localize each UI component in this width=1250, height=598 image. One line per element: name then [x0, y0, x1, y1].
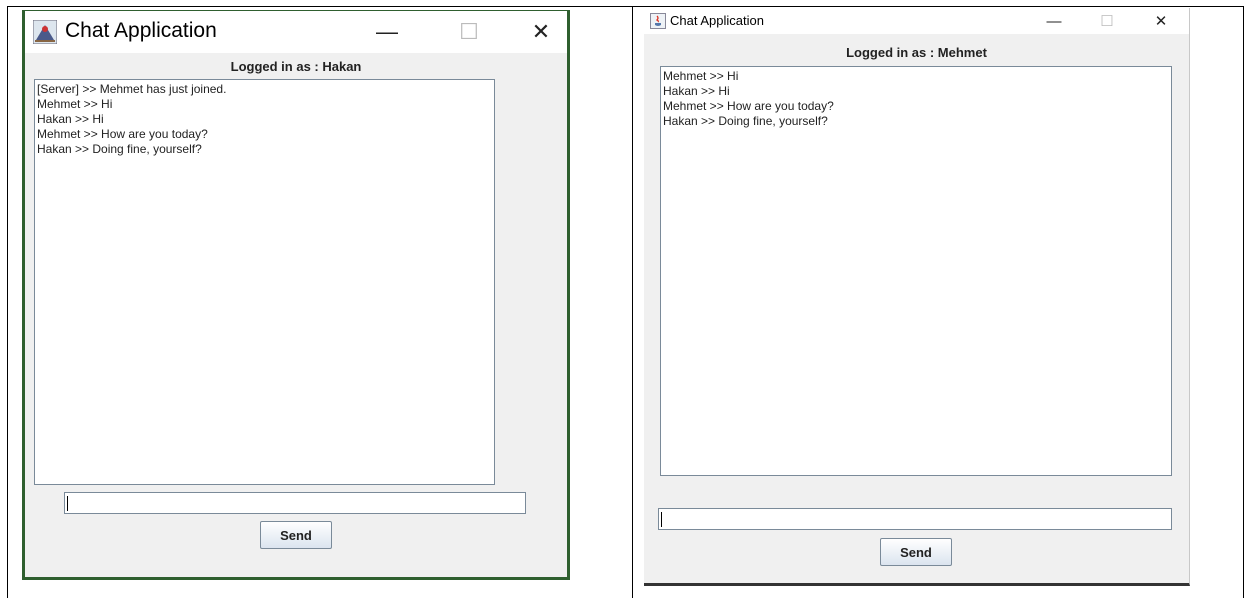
text-caret — [661, 512, 662, 527]
maximize-icon[interactable]: ☐ — [445, 15, 493, 49]
title-bar[interactable]: Chat Application — ☐ ✕ — [644, 8, 1189, 34]
chat-message: Mehmet >> How are you today? — [663, 99, 834, 113]
chat-message: Hakan >> Doing fine, yourself? — [37, 142, 202, 156]
chat-message: Hakan >> Hi — [663, 84, 730, 98]
chat-message: [Server] >> Mehmet has just joined. — [37, 82, 227, 96]
send-button[interactable]: Send — [880, 538, 952, 566]
chat-message: Hakan >> Doing fine, yourself? — [663, 114, 828, 128]
title-bar[interactable]: Chat Application — ☐ ✕ — [25, 11, 567, 53]
window-title: Chat Application — [65, 19, 217, 42]
table-divider — [632, 6, 633, 598]
minimize-icon[interactable]: — — [363, 15, 411, 49]
logged-in-label: Logged in as : Hakan — [230, 59, 362, 74]
chat-history[interactable]: Mehmet >> Hi Hakan >> Hi Mehmet >> How a… — [660, 66, 1172, 476]
message-input[interactable] — [658, 508, 1172, 530]
java-app-icon — [650, 13, 666, 29]
maximize-icon[interactable]: ☐ — [1090, 9, 1124, 33]
send-button[interactable]: Send — [260, 521, 332, 549]
java-app-icon — [33, 20, 57, 44]
text-caret — [67, 496, 68, 511]
logged-in-label: Logged in as : Mehmet — [846, 45, 987, 60]
close-icon[interactable]: ✕ — [1144, 9, 1178, 33]
chat-message: Mehmet >> Hi — [37, 97, 113, 111]
chat-message: Mehmet >> Hi — [663, 69, 739, 83]
window-title: Chat Application — [670, 13, 764, 28]
chat-message: Hakan >> Hi — [37, 112, 104, 126]
chat-message: Mehmet >> How are you today? — [37, 127, 208, 141]
message-input[interactable] — [64, 492, 526, 514]
chat-window-mehmet: Chat Application — ☐ ✕ Logged in as : Me… — [644, 8, 1190, 586]
close-icon[interactable]: ✕ — [517, 15, 565, 49]
minimize-icon[interactable]: — — [1037, 9, 1071, 33]
chat-history[interactable]: [Server] >> Mehmet has just joined. Mehm… — [34, 79, 495, 485]
chat-window-hakan: Chat Application — ☐ ✕ Logged in as : Ha… — [22, 10, 570, 580]
